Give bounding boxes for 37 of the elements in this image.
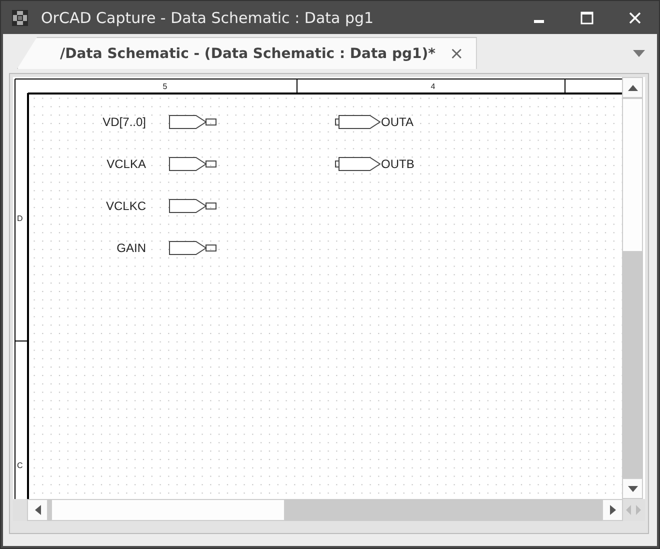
scroll-thumb[interactable] xyxy=(622,98,643,252)
port-label: VCLKA xyxy=(106,157,146,171)
window-title: OrCAD Capture - Data Schematic : Data pg1 xyxy=(41,8,375,26)
scroll-right-button[interactable] xyxy=(602,499,623,521)
port-symbol[interactable] xyxy=(169,157,216,171)
horizontal-scrollbar[interactable] xyxy=(27,499,623,521)
port-label: GAIN xyxy=(116,241,146,255)
scroll-up-button[interactable] xyxy=(622,77,643,98)
left-arrow-icon xyxy=(34,505,40,515)
scroll-left-button[interactable] xyxy=(27,499,48,521)
zone-label: C xyxy=(17,461,23,470)
port-symbol[interactable] xyxy=(169,241,216,255)
port-symbol[interactable] xyxy=(169,199,216,213)
zone-label: 5 xyxy=(162,82,168,91)
port-label: VD[7..0] xyxy=(102,115,146,129)
document-tab[interactable]: /Data Schematic - (Data Schematic : Data pg1)* × xyxy=(17,37,477,69)
down-arrow-icon xyxy=(628,486,638,492)
scroll-down-button[interactable] xyxy=(622,478,643,499)
close-icon[interactable] xyxy=(629,12,641,24)
zone-label: D xyxy=(17,214,23,223)
right-arrow-icon xyxy=(610,505,616,515)
tab-label: /Data Schematic - (Data Schematic : Data pg1)* xyxy=(60,46,436,62)
zone-label: 4 xyxy=(430,82,436,91)
vertical-scrollbar[interactable] xyxy=(622,77,643,499)
port-label: OUTA xyxy=(381,115,414,129)
app-icon xyxy=(11,8,29,26)
schematic-canvas[interactable]: 5 4 D C VD[7..0] VCLKA VCLKC GAIN OUTA OUTB xyxy=(13,77,622,499)
port-symbol[interactable] xyxy=(169,115,216,129)
dropdown-icon[interactable] xyxy=(633,50,645,58)
scroll-thumb[interactable] xyxy=(51,499,285,521)
tab-close-button[interactable]: × xyxy=(450,44,464,64)
port-symbol[interactable] xyxy=(335,115,381,129)
port-label: OUTB xyxy=(381,157,414,171)
port-symbol[interactable] xyxy=(335,157,381,171)
maximize-icon[interactable] xyxy=(580,10,594,24)
up-arrow-icon xyxy=(628,84,638,90)
port-label: VCLKC xyxy=(106,199,146,213)
